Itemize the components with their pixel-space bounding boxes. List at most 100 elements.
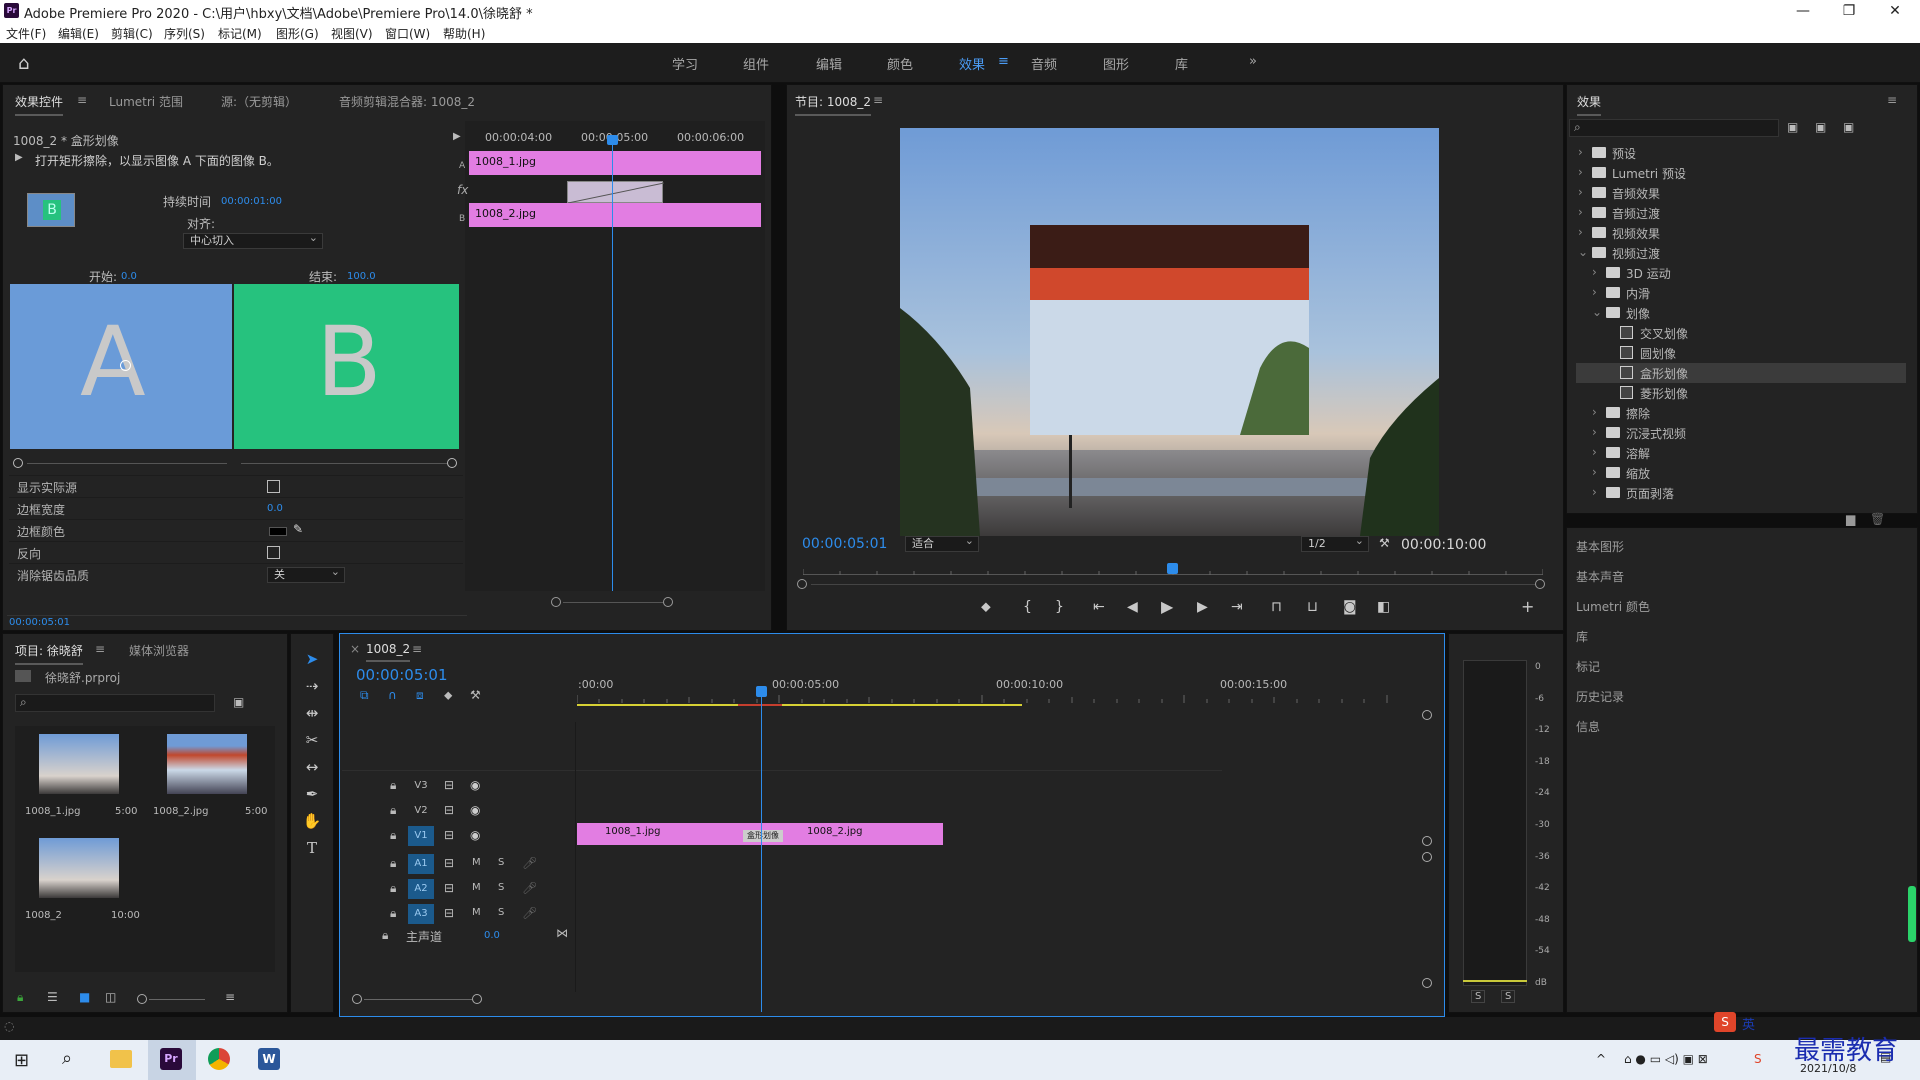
- section-essential-sound[interactable]: 基本声音: [1576, 568, 1624, 585]
- mute-button[interactable]: M: [472, 907, 481, 918]
- align-dropdown[interactable]: 中心切入: [183, 231, 323, 249]
- track-lock-icon[interactable]: 🔒︎: [390, 778, 396, 793]
- effect-tree-item[interactable]: › 内滑: [1576, 283, 1906, 303]
- tab-source[interactable]: 源:（无剪辑）: [221, 93, 297, 110]
- go-to-out-icon[interactable]: ⇥: [1231, 599, 1243, 615]
- effect-tree-item[interactable]: › 沉浸式视频: [1576, 423, 1906, 443]
- new-search-bin-icon[interactable]: ▣: [233, 695, 244, 709]
- panel-menu-icon[interactable]: ≡: [1887, 93, 1897, 107]
- effect-tree-item[interactable]: › 音频效果: [1576, 183, 1906, 203]
- tab-project[interactable]: 项目: 徐晓舒: [15, 642, 83, 665]
- effect-tree-item[interactable]: 盒形划像: [1576, 363, 1906, 383]
- effect-tree-item[interactable]: › Lumetri 预设: [1576, 163, 1906, 183]
- word-icon[interactable]: W: [258, 1048, 280, 1070]
- export-frame-icon[interactable]: ◙: [1343, 599, 1357, 615]
- hand-tool-icon[interactable]: ✋: [300, 812, 324, 834]
- workspace-learn[interactable]: 学习: [672, 54, 698, 73]
- delete-icon[interactable]: 🗑: [1870, 512, 1885, 526]
- anti-alias-dropdown[interactable]: 关: [267, 565, 345, 583]
- chevron-right-icon[interactable]: ›: [1578, 205, 1583, 219]
- start-value[interactable]: 0.0: [121, 271, 137, 282]
- premiere-taskbar-icon[interactable]: Pr: [160, 1048, 182, 1070]
- slip-tool-icon[interactable]: ↔: [300, 758, 324, 780]
- program-zoom-start[interactable]: [797, 579, 807, 589]
- track-select-tool-icon[interactable]: ⇢: [300, 677, 324, 699]
- show-source-checkbox[interactable]: [267, 480, 280, 493]
- eye-icon[interactable]: ◉: [470, 803, 480, 817]
- chevron-right-icon[interactable]: ›: [1592, 405, 1597, 419]
- solo-left-button[interactable]: S: [1471, 990, 1486, 1003]
- project-item-name[interactable]: 1008_2.jpg: [153, 806, 208, 817]
- settings-wrench-icon[interactable]: ⚒: [1379, 536, 1390, 550]
- solo-button[interactable]: S: [498, 907, 504, 918]
- timeline-ruler[interactable]: [576, 692, 1409, 703]
- mini-transition[interactable]: [567, 181, 665, 204]
- timeline-tab[interactable]: 1008_2: [366, 642, 411, 662]
- effect-tree-item[interactable]: › 预设: [1576, 143, 1906, 163]
- chevron-right-icon[interactable]: ›: [1578, 145, 1583, 159]
- track-lock-icon[interactable]: 🔒︎: [390, 881, 396, 896]
- chevron-right-icon[interactable]: ›: [1592, 465, 1597, 479]
- chevron-down-icon[interactable]: ⌄: [1578, 245, 1588, 259]
- mini-zoom-track[interactable]: [563, 602, 663, 603]
- track-lock-icon[interactable]: 🔒︎: [390, 803, 396, 818]
- selection-tool-icon[interactable]: ➤: [300, 650, 324, 672]
- sync-lock-icon[interactable]: ⊟: [444, 906, 454, 920]
- effect-tree-item[interactable]: › 视频效果: [1576, 223, 1906, 243]
- mini-playhead[interactable]: [612, 145, 613, 591]
- sequence-thumb[interactable]: [39, 838, 119, 898]
- mini-zoom-start[interactable]: [551, 597, 561, 607]
- program-zoom-end[interactable]: [1535, 579, 1545, 589]
- mini-clip-a[interactable]: 1008_1.jpg: [469, 151, 761, 175]
- menu-marker[interactable]: 标记(M): [218, 25, 262, 42]
- section-history[interactable]: 历史记录: [1576, 688, 1624, 705]
- step-back-icon[interactable]: ◀: [1127, 599, 1138, 615]
- track-target-a3[interactable]: A3: [408, 904, 434, 924]
- razor-tool-icon[interactable]: ✂: [300, 731, 324, 753]
- maximize-button[interactable]: ❐: [1826, 0, 1872, 22]
- pen-tool-icon[interactable]: ✒: [300, 785, 324, 807]
- play-icon[interactable]: ▶: [1161, 597, 1173, 616]
- minimize-button[interactable]: —: [1780, 0, 1826, 22]
- program-video-frame[interactable]: [900, 128, 1439, 536]
- tab-media-browser[interactable]: 媒体浏览器: [129, 642, 189, 659]
- section-libraries[interactable]: 库: [1576, 628, 1588, 645]
- track-lock-icon[interactable]: 🔒︎: [390, 906, 396, 921]
- mark-in-icon[interactable]: {: [1023, 599, 1032, 615]
- tray-icons[interactable]: ⌂ ● ▭ ◁) ▣ ⊠: [1624, 1052, 1708, 1066]
- chevron-right-icon[interactable]: ›: [1578, 165, 1583, 179]
- chevron-down-icon[interactable]: ⌄: [1592, 305, 1602, 319]
- section-markers[interactable]: 标记: [1576, 658, 1600, 675]
- menu-window[interactable]: 窗口(W): [385, 25, 430, 42]
- timeline-timecode[interactable]: 00:00:05:01: [356, 666, 448, 684]
- effects-search-input[interactable]: ⌕: [1569, 119, 1779, 137]
- voice-over-mic-icon[interactable]: 🎤︎: [522, 881, 537, 895]
- program-zoom-track[interactable]: [811, 584, 1535, 585]
- zoom-slider-handle[interactable]: [137, 994, 147, 1004]
- add-marker-icon[interactable]: ⬥: [981, 599, 991, 615]
- lock-icon[interactable]: 🔒︎: [17, 990, 23, 1005]
- file-explorer-icon[interactable]: [110, 1050, 132, 1068]
- effect-tree-item[interactable]: › 3D 运动: [1576, 263, 1906, 283]
- track-target-a2[interactable]: A2: [408, 879, 434, 899]
- workspace-audio[interactable]: 音频: [1031, 54, 1057, 73]
- sync-lock-icon[interactable]: ⊟: [444, 881, 454, 895]
- program-timecode[interactable]: 00:00:05:01: [802, 536, 887, 552]
- section-info[interactable]: 信息: [1576, 718, 1600, 735]
- end-slider-handle[interactable]: [447, 458, 457, 468]
- mute-button[interactable]: M: [472, 857, 481, 868]
- v-scroll-handle[interactable]: [1422, 710, 1432, 720]
- mini-playhead-handle[interactable]: [607, 135, 618, 145]
- sync-lock-icon[interactable]: ⊟: [444, 828, 454, 842]
- chevron-right-icon[interactable]: ›: [1592, 445, 1597, 459]
- v-scroll-handle[interactable]: [1422, 836, 1432, 846]
- work-area-bar[interactable]: [577, 704, 1022, 706]
- program-playhead[interactable]: [1167, 563, 1178, 574]
- home-icon[interactable]: ⌂: [18, 53, 29, 74]
- ime-s-icon[interactable]: S: [1714, 1012, 1736, 1032]
- effect-tree-item[interactable]: › 页面剥落: [1576, 483, 1906, 503]
- yuv-effects-icon[interactable]: ▣: [1843, 120, 1854, 134]
- menu-graphics[interactable]: 图形(G): [276, 25, 319, 42]
- sort-icon[interactable]: ≡: [225, 990, 235, 1004]
- project-item-thumb[interactable]: [39, 734, 119, 794]
